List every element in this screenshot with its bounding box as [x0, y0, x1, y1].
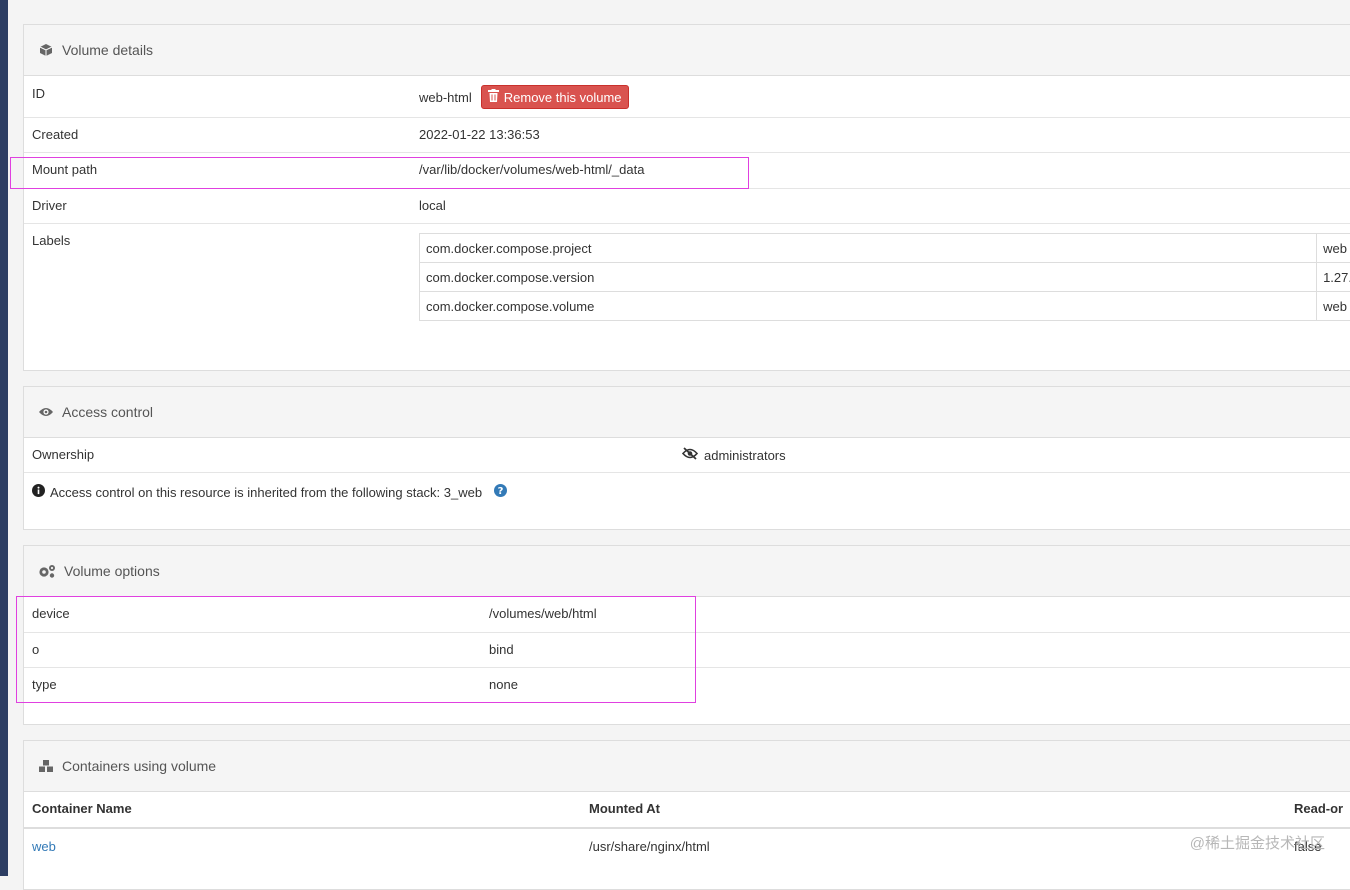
labels-label: Labels — [32, 233, 70, 248]
watermark: @稀土掘金技术社区 — [1190, 832, 1325, 853]
containers-header-row: Container Name Mounted At Read-or — [24, 792, 1350, 829]
volume-details-title: Volume details — [62, 42, 153, 58]
cubes-icon — [38, 758, 54, 774]
driver-value: local — [419, 198, 446, 213]
label-key: com.docker.compose.project — [420, 234, 1317, 263]
remove-volume-button[interactable]: Remove this volume — [481, 85, 629, 109]
eye-slash-icon — [682, 447, 698, 463]
containers-panel: Containers using volume Container Name M… — [23, 740, 1350, 890]
info-icon — [32, 484, 45, 500]
created-label: Created — [32, 127, 78, 142]
remove-volume-label: Remove this volume — [504, 90, 622, 105]
volume-options-heading: Volume options — [24, 546, 1350, 597]
created-row: Created 2022-01-22 13:36:53 — [24, 118, 1350, 153]
svg-text:?: ? — [498, 486, 504, 497]
option-value: bind — [489, 642, 514, 657]
col-mounted-at[interactable]: Mounted At — [589, 801, 660, 816]
containers-title: Containers using volume — [62, 758, 216, 774]
option-value: /volumes/web/html — [489, 606, 597, 621]
option-row-device: device /volumes/web/html — [24, 597, 1350, 633]
table-row: com.docker.compose.volume web — [420, 292, 1350, 321]
option-key: o — [32, 642, 39, 657]
table-row: com.docker.compose.version 1.27. — [420, 263, 1350, 292]
driver-row: Driver local — [24, 189, 1350, 224]
id-value: web-html Remove this volume — [419, 85, 629, 109]
option-key: device — [32, 606, 70, 621]
container-mounted-value: /usr/share/nginx/html — [589, 839, 710, 854]
top-band — [8, 0, 1350, 9]
id-row: ID web-html Remove this volume — [24, 76, 1350, 118]
label-key: com.docker.compose.volume — [420, 292, 1317, 321]
label-value: web — [1317, 234, 1350, 263]
volume-options-panel: Volume options device /volumes/web/html … — [23, 545, 1350, 725]
volume-details-heading: Volume details — [24, 25, 1350, 76]
cube-icon — [38, 42, 54, 58]
containers-heading: Containers using volume — [24, 741, 1350, 792]
access-control-panel: Access control Ownership administrators … — [23, 386, 1350, 530]
help-icon[interactable]: ? — [494, 484, 507, 500]
access-control-heading: Access control — [24, 387, 1350, 438]
volume-details-panel: Volume details ID web-html Remove this v… — [23, 24, 1350, 371]
inherited-note: Access control on this resource is inher… — [32, 484, 507, 500]
ownership-value-text: administrators — [704, 448, 786, 463]
label-value: 1.27. — [1317, 263, 1350, 292]
table-row: com.docker.compose.project web — [420, 234, 1350, 263]
table-row: web /usr/share/nginx/html false — [24, 829, 1350, 867]
labels-row: Labels com.docker.compose.project web co… — [24, 224, 1350, 371]
volume-options-title: Volume options — [64, 563, 160, 579]
ownership-row: Ownership administrators — [24, 438, 1350, 473]
col-read-only[interactable]: Read-or — [1294, 801, 1343, 816]
driver-label: Driver — [32, 198, 67, 213]
sidebar-strip — [0, 0, 8, 876]
created-value: 2022-01-22 13:36:53 — [419, 127, 540, 142]
col-container-name[interactable]: Container Name — [32, 801, 132, 816]
access-control-title: Access control — [62, 404, 153, 420]
label-key: com.docker.compose.version — [420, 263, 1317, 292]
labels-table: com.docker.compose.project web com.docke… — [419, 233, 1350, 321]
option-value: none — [489, 677, 518, 692]
main-content: Volume details ID web-html Remove this v… — [8, 0, 1350, 876]
label-value: web — [1317, 292, 1350, 321]
trash-icon — [488, 89, 499, 105]
eye-icon — [38, 404, 54, 420]
option-row-o: o bind — [24, 633, 1350, 668]
ownership-label: Ownership — [32, 447, 94, 462]
option-key: type — [32, 677, 57, 692]
container-link-web[interactable]: web — [32, 839, 56, 854]
mount-path-value: /var/lib/docker/volumes/web-html/_data — [419, 162, 644, 177]
option-row-type: type none — [24, 668, 1350, 703]
inherited-note-text: Access control on this resource is inher… — [50, 485, 482, 500]
cogs-icon — [38, 563, 56, 579]
mount-path-label: Mount path — [32, 162, 97, 177]
id-label: ID — [32, 86, 45, 101]
ownership-value: administrators — [682, 447, 786, 463]
id-value-text: web-html — [419, 90, 472, 105]
mount-path-row: Mount path /var/lib/docker/volumes/web-h… — [24, 153, 1350, 189]
